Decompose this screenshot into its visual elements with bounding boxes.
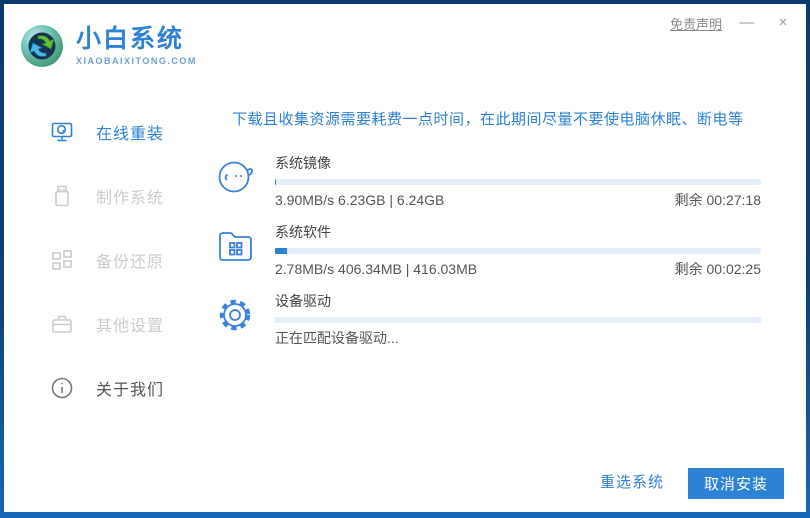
task-status-speed: 2.78MB/s 406.34MB | 416.03MB: [275, 260, 477, 278]
gear-icon: [214, 293, 256, 335]
footer: 重选系统 取消安装: [200, 452, 806, 512]
task-row-system-image: 系统镜像 3.90MB/s 6.23GB | 6.24GB 剩余 00:27:1…: [214, 153, 761, 209]
task-title: 设备驱动: [275, 291, 761, 311]
window-controls: 免责声明 — ×: [670, 12, 794, 34]
body: 在线重装 制作系统: [4, 92, 806, 512]
app-logo-icon: [18, 22, 66, 70]
sidebar-item-make-system[interactable]: 制作系统: [4, 164, 200, 228]
task-title: 系统镜像: [275, 153, 761, 173]
sidebar-item-label: 在线重装: [96, 120, 164, 144]
task-status-remaining: 剩余 00:02:25: [675, 260, 761, 278]
app-window: 小白系统 XIAOBAIXITONG.COM 免责声明 — ×: [0, 0, 810, 518]
info-icon: [50, 376, 74, 400]
close-button[interactable]: ×: [772, 12, 794, 34]
cancel-install-button[interactable]: 取消安装: [688, 468, 784, 499]
app-subtitle: XIAOBAIXITONG.COM: [76, 56, 197, 66]
app-title: 小白系统: [76, 26, 197, 54]
progress-bar-device-driver: [275, 317, 761, 323]
folder-apps-icon: [214, 224, 256, 266]
reselect-system-button[interactable]: 重选系统: [600, 471, 664, 492]
task-status-remaining: 剩余 00:27:18: [675, 191, 761, 209]
usb-drive-icon: [50, 184, 74, 208]
sidebar: 在线重装 制作系统: [4, 92, 200, 512]
download-notice: 下载且收集资源需要耗费一点时间，在此期间尽量不要使电脑休眠、断电等: [232, 108, 761, 129]
sidebar-item-backup-restore[interactable]: 备份还原: [4, 228, 200, 292]
progress-fill: [275, 248, 287, 254]
main-content: 下载且收集资源需要耗费一点时间，在此期间尽量不要使电脑休眠、断电等 系: [200, 92, 806, 512]
mascot-face-icon: [214, 155, 256, 197]
window-inner: 小白系统 XIAOBAIXITONG.COM 免责声明 — ×: [4, 4, 806, 512]
backup-grid-icon: [50, 248, 74, 272]
task-status-speed: 3.90MB/s 6.23GB | 6.24GB: [275, 191, 444, 209]
task-status-text: 正在匹配设备驱动...: [275, 329, 399, 347]
sidebar-item-label: 关于我们: [96, 376, 164, 400]
task-row-system-software: 系统软件 2.78MB/s 406.34MB | 416.03MB 剩余 00:…: [214, 222, 761, 278]
titlebar: 小白系统 XIAOBAIXITONG.COM 免责声明 — ×: [4, 4, 806, 92]
sidebar-item-label: 备份还原: [96, 248, 164, 272]
app-logo: 小白系统 XIAOBAIXITONG.COM: [18, 22, 197, 70]
app-logo-text: 小白系统 XIAOBAIXITONG.COM: [76, 26, 197, 66]
sidebar-item-online-reinstall[interactable]: 在线重装: [4, 100, 200, 164]
progress-bar-system-image: [275, 179, 761, 185]
monitor-reinstall-icon: [50, 120, 74, 144]
disclaimer-link[interactable]: 免责声明: [670, 14, 722, 33]
sidebar-item-label: 制作系统: [96, 184, 164, 208]
progress-fill: [275, 179, 276, 185]
task-row-device-driver: 设备驱动 正在匹配设备驱动...: [214, 291, 761, 347]
sidebar-item-other-settings[interactable]: 其他设置: [4, 292, 200, 356]
minimize-button[interactable]: —: [736, 12, 758, 34]
progress-bar-system-software: [275, 248, 761, 254]
sidebar-item-about-us[interactable]: 关于我们: [4, 356, 200, 420]
sidebar-item-label: 其他设置: [96, 312, 164, 336]
briefcase-icon: [50, 312, 74, 336]
task-title: 系统软件: [275, 222, 761, 242]
